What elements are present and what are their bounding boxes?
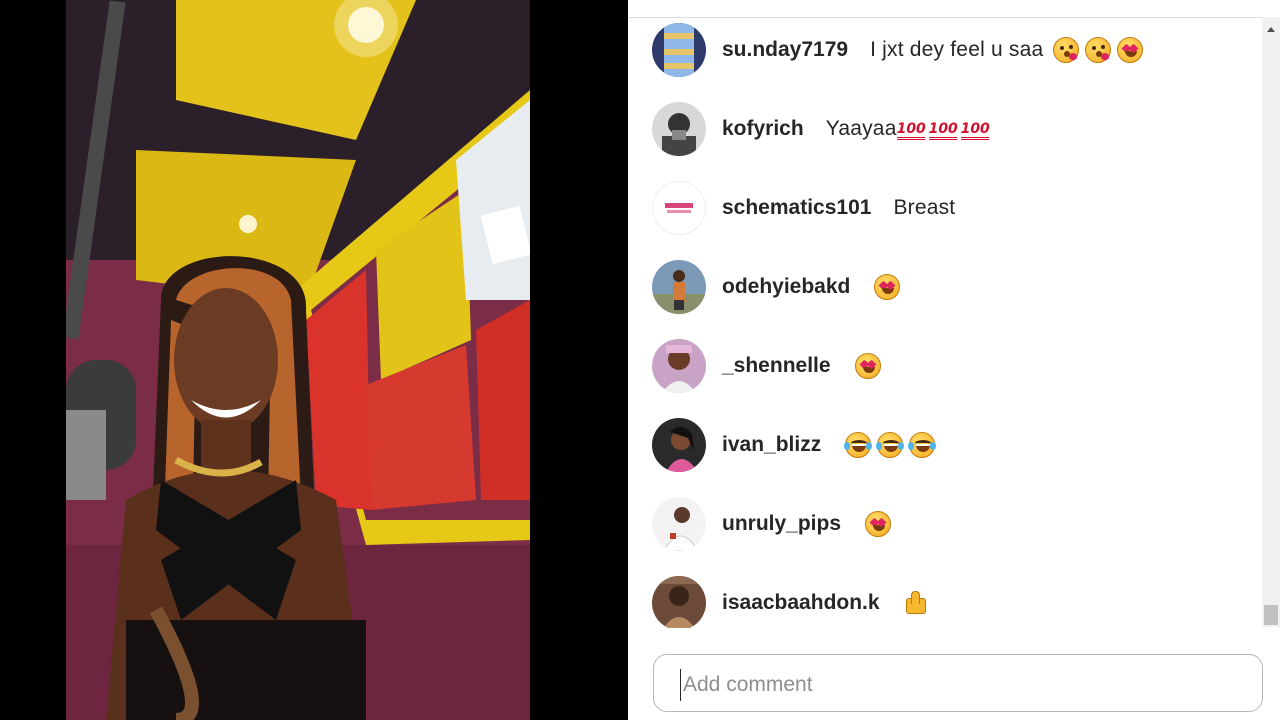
heart-eyes-icon <box>1117 37 1144 63</box>
comment-username[interactable]: unruly_pips <box>722 512 841 536</box>
face-blowing-kiss-icon <box>1053 37 1080 63</box>
comment-row: _shennelle <box>652 338 1252 394</box>
comments-list[interactable]: su.nday7179 I jxt dey feel u saa kofyric… <box>628 17 1262 628</box>
face-blowing-kiss-icon <box>1085 37 1112 63</box>
avatar[interactable] <box>652 23 706 77</box>
scrollbar-thumb[interactable] <box>1264 605 1278 625</box>
avatar[interactable] <box>652 418 706 472</box>
live-video-image <box>66 0 530 720</box>
comment-username[interactable]: schematics101 <box>722 196 871 220</box>
comment-row: isaacbaahdon.k <box>652 575 1252 628</box>
add-comment-input[interactable] <box>680 669 1245 701</box>
comment-input-container[interactable] <box>653 654 1263 712</box>
avatar[interactable] <box>652 576 706 628</box>
comment-username[interactable]: ivan_blizz <box>722 433 821 457</box>
avatar[interactable] <box>652 102 706 156</box>
scroll-up-arrow-icon[interactable] <box>1267 27 1275 32</box>
heart-eyes-icon <box>865 511 892 537</box>
comment-row: ivan_blizz <box>652 417 1252 473</box>
heart-eyes-icon <box>874 274 901 300</box>
comments-scrollbar[interactable] <box>1262 17 1280 627</box>
thumbs-up-icon <box>904 590 926 616</box>
comment-text: I jxt dey feel u saa <box>870 38 1044 61</box>
hundred-points-icon: 100 <box>928 118 958 140</box>
comment-row: unruly_pips <box>652 496 1252 552</box>
comment-username[interactable]: odehyiebakd <box>722 275 850 299</box>
comment-row: schematics101 Breast <box>652 180 1252 236</box>
comment-row: su.nday7179 I jxt dey feel u saa <box>652 22 1252 78</box>
tears-of-joy-icon <box>908 432 937 458</box>
comment-username[interactable]: _shennelle <box>722 354 831 378</box>
comments-panel: su.nday7179 I jxt dey feel u saa kofyric… <box>628 0 1280 720</box>
comment-row: kofyrich Yaayaa 100 100 100 <box>652 101 1252 157</box>
live-video-frame[interactable] <box>66 0 530 720</box>
comment-row: odehyiebakd <box>652 259 1252 315</box>
avatar[interactable] <box>652 260 706 314</box>
heart-eyes-icon <box>854 353 881 379</box>
tears-of-joy-icon <box>844 432 873 458</box>
avatar[interactable] <box>652 181 706 235</box>
hundred-points-icon: 100 <box>896 118 926 140</box>
avatar[interactable] <box>652 339 706 393</box>
comment-username[interactable]: su.nday7179 <box>722 38 848 62</box>
comment-text: Yaayaa <box>825 117 897 140</box>
comment-username[interactable]: isaacbaahdon.k <box>722 591 880 615</box>
comment-text: Breast <box>893 196 956 219</box>
hundred-points-icon: 100 <box>960 118 990 140</box>
tears-of-joy-icon <box>876 432 905 458</box>
comment-username[interactable]: kofyrich <box>722 117 804 141</box>
avatar[interactable] <box>652 497 706 551</box>
live-video-pane <box>0 0 628 720</box>
